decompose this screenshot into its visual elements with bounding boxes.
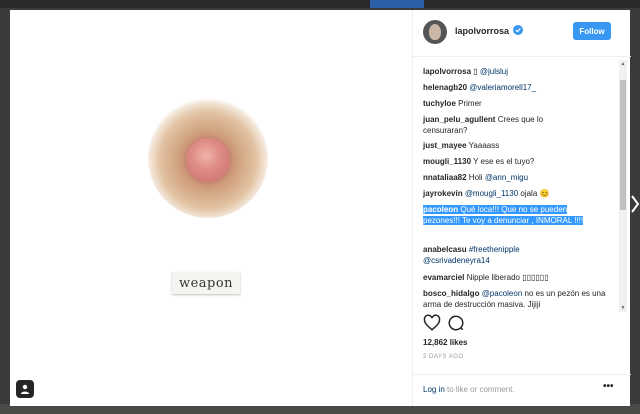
comment-list: lapolvorrosa ▯ @julsluj helenagb20 @vale… <box>413 60 623 312</box>
comment: just_mayee Yaaaass <box>423 140 611 151</box>
comment: bosco_hidalgo @pacoleon no es un pezón e… <box>423 288 609 310</box>
comment-icon[interactable] <box>447 314 465 332</box>
comment-username[interactable]: bosco_hidalgo <box>423 289 479 298</box>
artwork-center <box>186 138 230 182</box>
backdrop <box>0 0 640 8</box>
comment: anabelcasu #freethenipple @csrivadeneyra1… <box>423 244 611 266</box>
post-header: lapolvorrosa Follow <box>413 10 631 57</box>
post-sidebar: lapolvorrosa Follow lapolvorrosa ▯ @juls… <box>412 10 631 406</box>
comment-text: ojala 😊 <box>518 189 550 198</box>
verified-badge-icon <box>513 25 523 35</box>
comment-text: Holi <box>466 173 485 182</box>
post-date: 2 DAYS AGO <box>423 354 464 360</box>
comment-mention[interactable]: @ann_migu <box>485 173 528 182</box>
comment-footer: Log in to like or comment. ••• <box>413 374 631 407</box>
post-modal: weapon lapolvorrosa Follow lapolvorrosa … <box>10 10 631 406</box>
likes-count[interactable]: 12,862 likes <box>423 338 467 347</box>
comment-text: Nipple liberado ▯▯▯▯▯▯ <box>464 273 549 282</box>
comment-text: Y ese es el tuyo? <box>471 157 535 166</box>
comment: helenagb20 @valeriamorell17_ <box>423 82 611 93</box>
post-image: weapon <box>10 10 412 406</box>
follow-button[interactable]: Follow <box>573 22 611 40</box>
comment-username[interactable]: anabelcasu <box>423 245 467 254</box>
comment-username[interactable]: tuchyloe <box>423 99 456 108</box>
avatar[interactable] <box>423 20 447 44</box>
comment-mention[interactable]: @csrivadeneyra14 <box>423 256 490 265</box>
comment-text: Yaaaass <box>466 141 500 150</box>
comment-text: Primer <box>455 99 482 108</box>
comment: lapolvorrosa ▯ @julsluj <box>423 66 611 77</box>
comment: nnataliaa82 Holi @ann_migu <box>423 172 611 183</box>
login-link[interactable]: Log in <box>423 385 445 394</box>
comment-username[interactable]: pacoleon <box>423 205 459 214</box>
comment-username[interactable]: evamarciel <box>423 273 464 282</box>
comment-mention[interactable]: @julsluj <box>480 67 508 76</box>
person-icon <box>20 384 30 394</box>
post-username[interactable]: lapolvorrosa <box>455 26 509 36</box>
heart-icon[interactable] <box>423 314 441 332</box>
scroll-down-icon[interactable]: ▼ <box>620 305 626 311</box>
comment-hashtag[interactable]: #freethenipple <box>469 245 520 254</box>
comment-mention[interactable]: @pacoleon <box>482 289 523 298</box>
comment-mention[interactable]: @valeriamorell17_ <box>469 83 536 92</box>
scrollbar-thumb[interactable] <box>620 80 626 210</box>
comment-username[interactable]: jayrokevin <box>423 189 463 198</box>
next-post-icon[interactable] <box>630 192 640 216</box>
backdrop-button <box>370 0 424 8</box>
login-prompt: Log in to like or comment. <box>423 385 515 394</box>
comment: tuchyloe Primer <box>423 98 611 109</box>
comment: evamarciel Nipple liberado ▯▯▯▯▯▯ <box>423 272 611 283</box>
comment-username[interactable]: lapolvorrosa <box>423 67 471 76</box>
comment: juan_pelu_agullent Crees que lo censurar… <box>423 114 553 136</box>
login-text: to like or comment. <box>444 385 515 394</box>
comment-text: ▯ <box>471 67 480 76</box>
comment-mention[interactable]: @mougli_1130 <box>465 189 518 198</box>
comment-selected: pacoleon Qué loca!!! Que no se pueden pe… <box>423 204 593 226</box>
scroll-up-icon[interactable]: ▲ <box>620 61 626 67</box>
comment: jayrokevin @mougli_1130 ojala 😊 <box>423 188 611 199</box>
more-options-icon[interactable]: ••• <box>603 381 614 392</box>
comment: mougli_1130 Y ese es el tuyo? <box>423 156 611 167</box>
comment-username[interactable]: just_mayee <box>423 141 467 150</box>
comment-username[interactable]: mougli_1130 <box>423 157 471 166</box>
comment-username[interactable]: helenagb20 <box>423 83 467 92</box>
artwork-caption: weapon <box>172 272 240 294</box>
comment-username[interactable]: nnataliaa82 <box>423 173 467 182</box>
user-tag-button[interactable] <box>16 380 34 398</box>
comment-username[interactable]: juan_pelu_agullent <box>423 115 495 124</box>
